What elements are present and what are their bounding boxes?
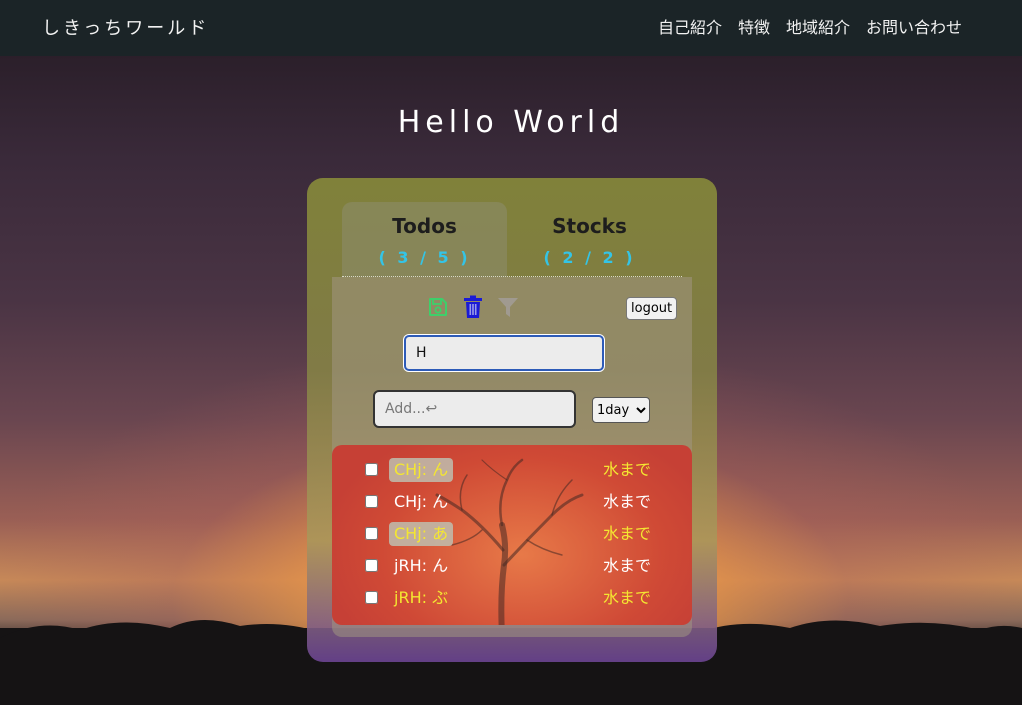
todo-row: CHj: ん 水まで: [332, 488, 692, 520]
save-icon[interactable]: [427, 296, 449, 318]
nav-link-contact[interactable]: お問い合わせ: [866, 14, 962, 38]
todo-checkbox[interactable]: [365, 591, 378, 604]
tab-todos[interactable]: Todos ( 3 / 5 ): [342, 202, 507, 277]
todo-title[interactable]: CHj: あ: [389, 522, 454, 546]
todo-row: CHj: あ 水まで: [332, 520, 692, 552]
todo-due: 水まで: [603, 460, 652, 479]
tab-stocks-label: Stocks: [552, 214, 627, 238]
deadline-select[interactable]: 1day: [592, 397, 650, 423]
todo-checkbox[interactable]: [365, 559, 378, 572]
todo-row: jRH: ん 水まで: [332, 552, 692, 584]
todo-due: 水まで: [603, 492, 652, 511]
todo-content: logout 1day: [332, 277, 692, 637]
nav-link-about[interactable]: 自己紹介: [658, 14, 722, 38]
todo-title[interactable]: CHj: ん: [389, 458, 454, 482]
tab-todos-count: ( 3 / 5 ): [378, 248, 471, 267]
todo-panel: Todos ( 3 / 5 ) Stocks ( 2 / 2 ) logout: [307, 178, 717, 662]
nav-link-features[interactable]: 特徴: [738, 14, 770, 38]
todo-checkbox[interactable]: [365, 527, 378, 540]
tab-stocks-count: ( 2 / 2 ): [543, 248, 636, 267]
todo-row: CHj: ん 水まで: [332, 456, 692, 488]
todo-row: jRH: ぶ 水まで: [332, 584, 692, 616]
nav-link-region[interactable]: 地域紹介: [786, 14, 850, 38]
todo-checkbox[interactable]: [365, 495, 378, 508]
todo-due: 水まで: [603, 556, 652, 575]
add-todo-input[interactable]: [373, 390, 576, 428]
site-brand[interactable]: しきっちワールド: [42, 14, 209, 40]
search-input[interactable]: [404, 335, 604, 371]
top-navbar: しきっちワールド 自己紹介 特徴 地域紹介 お問い合わせ: [0, 0, 1022, 56]
todo-due: 水まで: [603, 524, 652, 543]
todo-title[interactable]: CHj: ん: [389, 490, 453, 514]
tab-todos-label: Todos: [392, 214, 457, 238]
tab-stocks[interactable]: Stocks ( 2 / 2 ): [507, 202, 672, 277]
todo-title[interactable]: jRH: ん: [389, 554, 453, 578]
todo-due: 水まで: [603, 588, 652, 607]
todo-list: CHj: ん 水まで CHj: ん 水まで CHj: あ 水まで jRH: ん …: [332, 445, 692, 625]
nav-links: 自己紹介 特徴 地域紹介 お問い合わせ: [658, 14, 962, 38]
todo-checkbox[interactable]: [365, 463, 378, 476]
todo-title[interactable]: jRH: ぶ: [389, 586, 453, 610]
filter-icon[interactable]: [497, 296, 519, 318]
logout-button[interactable]: logout: [626, 297, 678, 320]
trash-icon[interactable]: [462, 295, 484, 319]
hero-title: Hello World: [397, 105, 625, 140]
